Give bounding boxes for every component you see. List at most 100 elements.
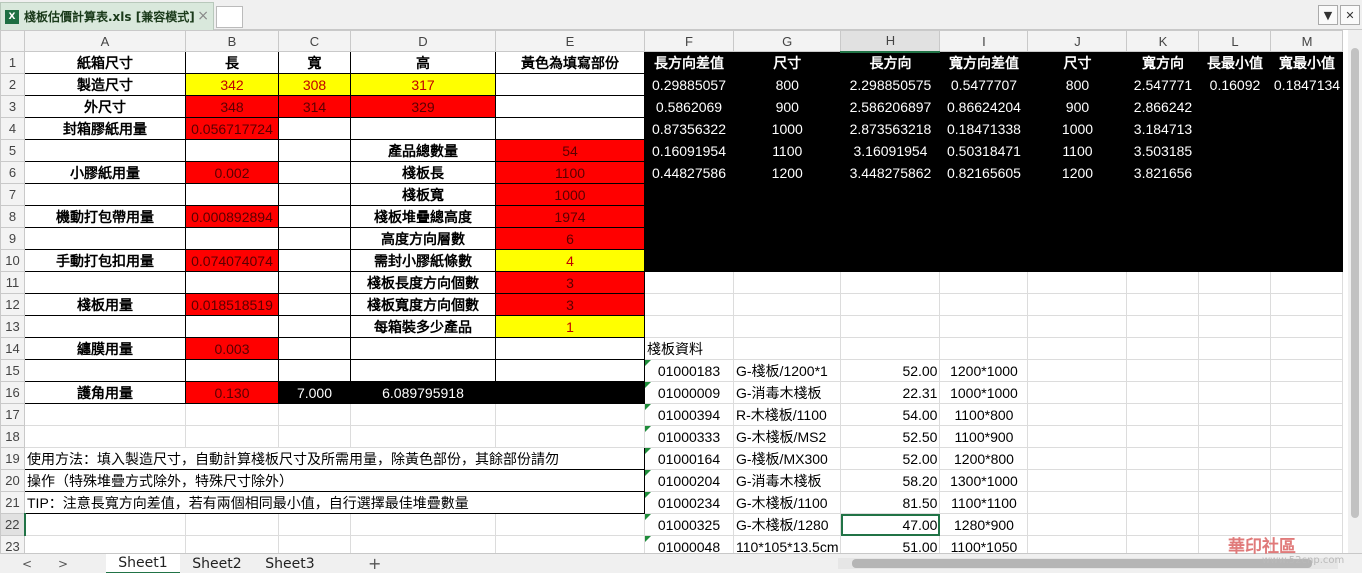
cell-d14[interactable] bbox=[350, 337, 496, 360]
cell-c9[interactable] bbox=[278, 227, 351, 250]
cell-e17[interactable] bbox=[495, 403, 645, 426]
dropdown-icon[interactable]: ▼ bbox=[1318, 5, 1338, 25]
cell-h14[interactable] bbox=[840, 337, 941, 360]
row-header-8[interactable]: 8 bbox=[0, 205, 25, 228]
cell-c1[interactable]: 寬 bbox=[278, 51, 351, 74]
cell-c13[interactable] bbox=[278, 315, 351, 338]
column-header-a[interactable]: A bbox=[24, 30, 186, 52]
cell-i5[interactable]: 0.50318471 bbox=[939, 139, 1029, 162]
row-header-14[interactable]: 14 bbox=[0, 337, 25, 360]
tab-sheet1[interactable]: Sheet1 bbox=[106, 554, 180, 573]
row-header-19[interactable]: 19 bbox=[0, 447, 25, 470]
cell-h20[interactable]: 58.20 bbox=[840, 469, 941, 492]
cell-b14[interactable]: 0.003 bbox=[185, 337, 279, 360]
cell-a8[interactable]: 機動打包帶用量 bbox=[24, 205, 186, 228]
cell-c6[interactable] bbox=[278, 161, 351, 184]
cell-f22[interactable]: 01000325 bbox=[644, 513, 734, 536]
cell-b11[interactable] bbox=[185, 271, 279, 294]
cell-j4[interactable]: 1000 bbox=[1027, 117, 1128, 140]
prev-sheet-icon[interactable]: < bbox=[22, 557, 32, 571]
cell-a10[interactable]: 手動打包扣用量 bbox=[24, 249, 186, 272]
cell-k5[interactable]: 3.503185 bbox=[1126, 139, 1200, 162]
cell-j21[interactable] bbox=[1027, 491, 1128, 514]
cell-l7[interactable] bbox=[1198, 183, 1272, 206]
cell-l8[interactable] bbox=[1198, 205, 1272, 228]
cell-h7[interactable] bbox=[840, 183, 941, 206]
cell-h8[interactable] bbox=[840, 205, 941, 228]
cell-f7[interactable] bbox=[644, 183, 734, 206]
cell-l12[interactable] bbox=[1198, 293, 1272, 316]
select-all-corner[interactable] bbox=[0, 30, 25, 52]
cell-h1[interactable]: 長方向 bbox=[840, 51, 941, 74]
cell-a4[interactable]: 封箱膠紙用量 bbox=[24, 117, 186, 140]
cell-k15[interactable] bbox=[1126, 359, 1200, 382]
cell-d13[interactable]: 每箱裝多少產品 bbox=[350, 315, 496, 338]
cell-f17[interactable]: 01000394 bbox=[644, 403, 734, 426]
cell-l6[interactable] bbox=[1198, 161, 1272, 184]
cell-e12[interactable]: 3 bbox=[495, 293, 645, 316]
cell-a3[interactable]: 外尺寸 bbox=[24, 95, 186, 118]
row-header-2[interactable]: 2 bbox=[0, 73, 25, 96]
column-header-i[interactable]: I bbox=[939, 30, 1029, 52]
cell-g23[interactable]: 110*105*13.5cm bbox=[732, 535, 842, 553]
horizontal-scroll-thumb[interactable] bbox=[852, 559, 1312, 568]
cell-m6[interactable] bbox=[1270, 161, 1344, 184]
cell-b8[interactable]: 0.000892894 bbox=[185, 205, 279, 228]
cell-e1[interactable]: 黃色為填寫部份 bbox=[495, 51, 645, 74]
row-header-23[interactable]: 23 bbox=[0, 535, 25, 553]
cell-h10[interactable] bbox=[840, 249, 941, 272]
cell-e10[interactable]: 4 bbox=[495, 249, 645, 272]
cell-k2[interactable]: 2.547771 bbox=[1126, 73, 1200, 96]
cell-c23[interactable] bbox=[278, 535, 351, 553]
cell-i16[interactable]: 1000*1000 bbox=[939, 381, 1029, 404]
cell-l16[interactable] bbox=[1198, 381, 1272, 404]
cell-g20[interactable]: G-消毒木棧板 bbox=[732, 469, 842, 492]
cell-b4[interactable]: 0.056717724 bbox=[185, 117, 279, 140]
cell-a12[interactable]: 棧板用量 bbox=[24, 293, 186, 316]
cell-f8[interactable] bbox=[644, 205, 734, 228]
cell-k13[interactable] bbox=[1126, 315, 1200, 338]
cell-k7[interactable] bbox=[1126, 183, 1200, 206]
cell-k18[interactable] bbox=[1126, 425, 1200, 448]
cell-b6[interactable]: 0.002 bbox=[185, 161, 279, 184]
cell-g17[interactable]: R-木棧板/1100 bbox=[732, 403, 842, 426]
cell-k6[interactable]: 3.821656 bbox=[1126, 161, 1200, 184]
cell-i19[interactable]: 1200*800 bbox=[939, 447, 1029, 470]
cell-l5[interactable] bbox=[1198, 139, 1272, 162]
cell-j6[interactable]: 1200 bbox=[1027, 161, 1128, 184]
row-header-10[interactable]: 10 bbox=[0, 249, 25, 272]
cell-i3[interactable]: 0.86624204 bbox=[939, 95, 1029, 118]
cell-i6[interactable]: 0.82165605 bbox=[939, 161, 1029, 184]
row-header-17[interactable]: 17 bbox=[0, 403, 25, 426]
cell-a21[interactable]: TIP：注意長寬方向差值，若有兩個相同最小值，自行選擇最佳堆疊數量 bbox=[24, 491, 645, 514]
cell-m5[interactable] bbox=[1270, 139, 1344, 162]
cell-g12[interactable] bbox=[732, 293, 842, 316]
cell-f6[interactable]: 0.44827586 bbox=[644, 161, 734, 184]
cell-c17[interactable] bbox=[278, 403, 351, 426]
cell-h15[interactable]: 52.00 bbox=[840, 359, 941, 382]
row-header-11[interactable]: 11 bbox=[0, 271, 25, 294]
cell-i10[interactable] bbox=[939, 249, 1029, 272]
cell-l19[interactable] bbox=[1198, 447, 1272, 470]
cell-h17[interactable]: 54.00 bbox=[840, 403, 941, 426]
cell-l13[interactable] bbox=[1198, 315, 1272, 338]
cell-k1[interactable]: 寬方向 bbox=[1126, 51, 1200, 74]
cell-j7[interactable] bbox=[1027, 183, 1128, 206]
cell-k9[interactable] bbox=[1126, 227, 1200, 250]
cell-i9[interactable] bbox=[939, 227, 1029, 250]
cell-m4[interactable] bbox=[1270, 117, 1344, 140]
cell-g3[interactable]: 900 bbox=[732, 95, 842, 118]
cell-k11[interactable] bbox=[1126, 271, 1200, 294]
cell-i15[interactable]: 1200*1000 bbox=[939, 359, 1029, 382]
cell-m12[interactable] bbox=[1270, 293, 1344, 316]
cell-l3[interactable] bbox=[1198, 95, 1272, 118]
cell-h4[interactable]: 2.873563218 bbox=[840, 117, 941, 140]
cell-d1[interactable]: 高 bbox=[350, 51, 496, 74]
cell-d9[interactable]: 高度方向層數 bbox=[350, 227, 496, 250]
cell-a5[interactable] bbox=[24, 139, 186, 162]
cell-j2[interactable]: 800 bbox=[1027, 73, 1128, 96]
cell-f9[interactable] bbox=[644, 227, 734, 250]
cell-b5[interactable] bbox=[185, 139, 279, 162]
row-header-13[interactable]: 13 bbox=[0, 315, 25, 338]
cell-l1[interactable]: 長最小值 bbox=[1198, 51, 1272, 74]
